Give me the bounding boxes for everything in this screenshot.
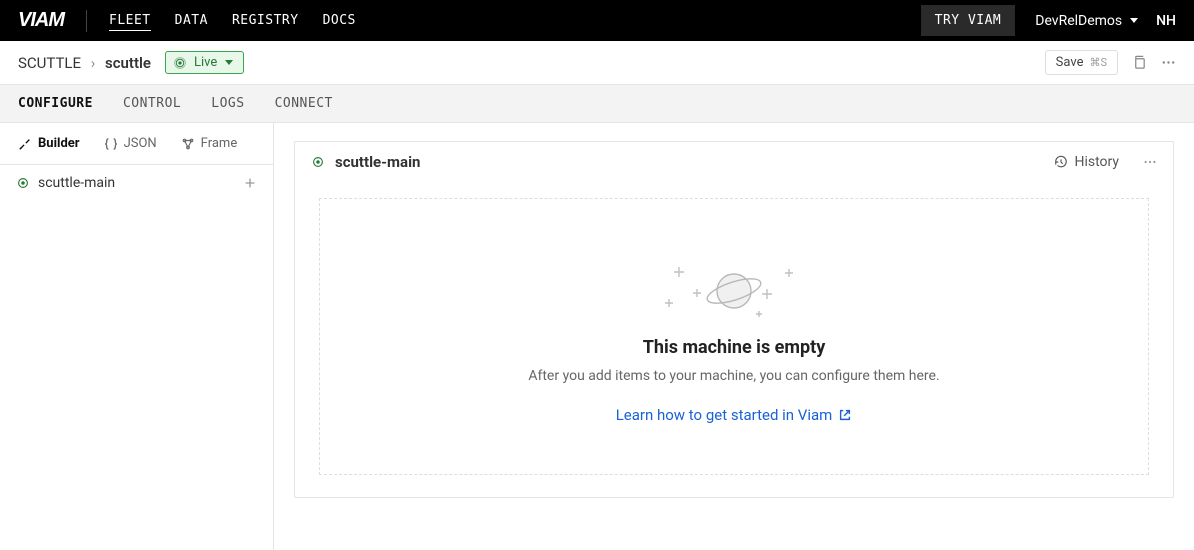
divider (86, 10, 87, 32)
top-nav: FLEET DATA REGISTRY DOCS (109, 11, 356, 31)
save-shortcut: ⌘S (1089, 56, 1107, 69)
tab-connect[interactable]: CONNECT (275, 96, 333, 111)
plus-icon (243, 176, 257, 190)
empty-state: This machine is empty After you add item… (319, 198, 1149, 475)
view-label: JSON (124, 136, 157, 151)
nav-fleet[interactable]: FLEET (109, 11, 151, 31)
braces-icon (104, 137, 118, 151)
history-button[interactable]: History (1054, 154, 1119, 170)
user-avatar[interactable]: NH (1156, 13, 1176, 29)
view-label: Frame (201, 136, 238, 151)
logo: VIAM (18, 9, 64, 32)
wrench-icon (18, 137, 32, 151)
broadcast-icon (174, 57, 186, 69)
status-badge[interactable]: Live (165, 51, 244, 74)
history-label: History (1074, 154, 1119, 170)
empty-subtitle: After you add items to your machine, you… (340, 368, 1128, 384)
tab-configure[interactable]: CONFIGURE (18, 96, 93, 111)
status-label: Live (194, 55, 217, 70)
frame-icon (181, 137, 195, 151)
breadcrumb-parent[interactable]: SCUTTLE (18, 54, 81, 72)
sidebar-item-machine[interactable]: scuttle-main (0, 165, 273, 201)
copy-icon[interactable] (1132, 55, 1147, 70)
breadcrumb-separator: › (91, 54, 96, 72)
broadcast-icon (16, 176, 30, 190)
try-viam-button[interactable]: TRY VIAM (921, 5, 1016, 36)
view-label: Builder (38, 136, 80, 151)
nav-registry[interactable]: REGISTRY (232, 11, 299, 31)
add-button[interactable] (243, 176, 257, 190)
save-button[interactable]: Save ⌘S (1045, 50, 1118, 75)
card-title: scuttle-main (335, 153, 420, 171)
view-builder[interactable]: Builder (18, 136, 80, 151)
nav-data[interactable]: DATA (175, 11, 208, 31)
nav-docs[interactable]: DOCS (323, 11, 356, 31)
sidebar-item-label: scuttle-main (38, 175, 115, 191)
learn-link-text: Learn how to get started in Viam (616, 406, 833, 424)
learn-link[interactable]: Learn how to get started in Viam (616, 406, 853, 424)
breadcrumb-current: scuttle (105, 54, 151, 72)
view-json[interactable]: JSON (104, 136, 157, 151)
machine-card: scuttle-main History (294, 141, 1174, 498)
history-icon (1054, 155, 1068, 169)
broadcast-icon (311, 155, 325, 169)
chevron-down-icon (1130, 18, 1138, 23)
org-name: DevRelDemos (1035, 13, 1122, 29)
tab-control[interactable]: CONTROL (123, 96, 181, 111)
save-label: Save (1056, 55, 1084, 70)
org-switcher[interactable]: DevRelDemos (1035, 13, 1138, 29)
card-more-icon[interactable] (1143, 155, 1157, 169)
more-icon[interactable] (1161, 55, 1176, 70)
empty-title: This machine is empty (340, 337, 1128, 358)
breadcrumb: SCUTTLE › scuttle (18, 54, 151, 72)
view-frame[interactable]: Frame (181, 136, 238, 151)
tab-logs[interactable]: LOGS (211, 96, 244, 111)
chevron-down-icon (225, 60, 233, 65)
sidebar: Builder JSON Frame scuttle-main (0, 123, 274, 550)
external-link-icon (838, 408, 852, 422)
planet-sparkle-illustration (340, 259, 1128, 319)
